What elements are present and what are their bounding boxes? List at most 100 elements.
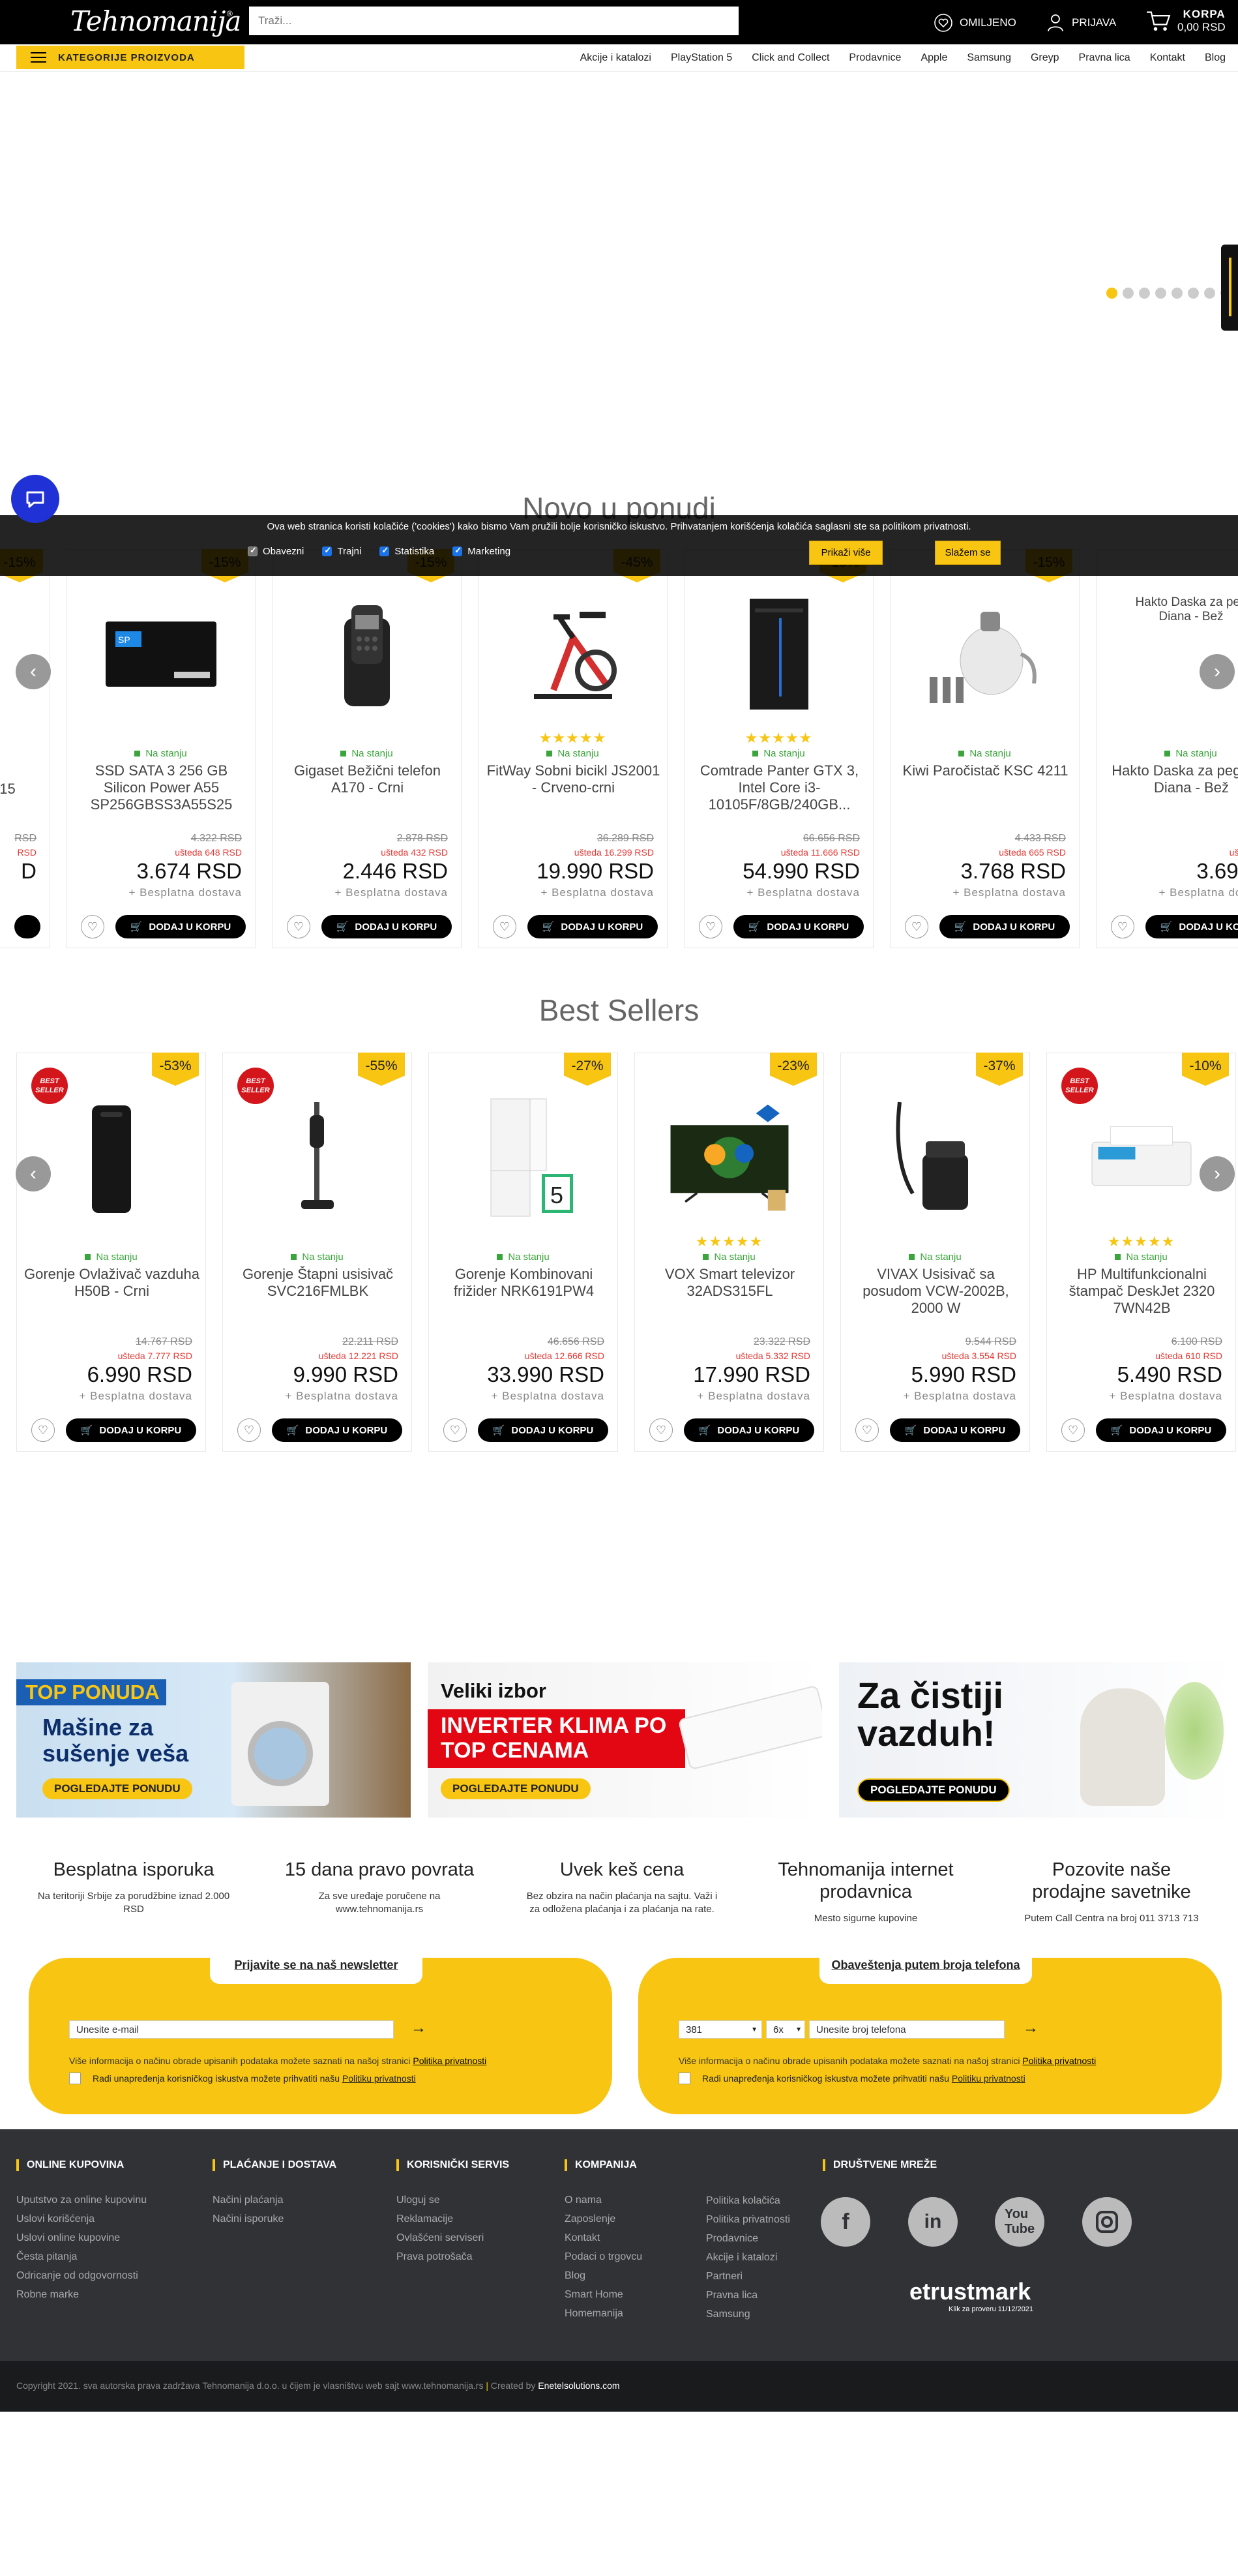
product-card[interactable]: -55% BEST SELLER Na stanju Gorenje Štapni u… <box>222 1053 412 1452</box>
product-name[interactable]: SSD SATA 3 256 GB Silicon Power A55 SP25… <box>73 762 250 813</box>
cookie-checkbox[interactable] <box>322 545 332 556</box>
consent-checkbox[interactable] <box>69 2073 81 2084</box>
product-image[interactable] <box>923 595 1047 713</box>
product-card[interactable]: -27% 5 Na stanju Gorenje Kombinovani frižid… <box>428 1053 618 1452</box>
product-image[interactable] <box>50 1099 173 1216</box>
product-card[interactable]: -15%Na stanjuKiwi Paročistač KSC 42114.4… <box>890 549 1080 948</box>
privacy-link[interactable]: Politika privatnosti <box>1022 2056 1096 2066</box>
new-next-arrow[interactable]: › <box>1200 654 1235 689</box>
product-card[interactable]: -15%SPNa stanjuSSD SATA 3 256 GB Silicon… <box>66 549 256 948</box>
slider-dot[interactable] <box>1188 288 1199 299</box>
add-to-cart-button[interactable]: 🛒 DODAJ U KORPU <box>66 1418 196 1442</box>
phone-submit-arrow-icon[interactable]: → <box>1023 2019 1039 2037</box>
best-prev-arrow[interactable]: ‹ <box>16 1156 51 1191</box>
product-name[interactable]: Comtrade Panter GTX 3, Intel Core i3-101… <box>691 762 868 813</box>
footer-link[interactable]: Uputstvo za online kupovinu <box>16 2191 147 2209</box>
product-image[interactable] <box>874 1099 997 1216</box>
footer-link[interactable]: Partneri <box>706 2267 790 2286</box>
privacy-link[interactable]: Politiku privatnosti <box>342 2073 416 2084</box>
chat-button[interactable] <box>11 475 59 523</box>
product-card[interactable]: -15%Na stanjuGigaset Bežični telefon A17… <box>272 549 462 948</box>
banner-dryers[interactable]: TOP PONUDA Mašine za sušenje veša POGLED… <box>16 1662 411 1818</box>
favorite-button[interactable]: ♡ <box>287 915 310 938</box>
hero-slider[interactable] <box>0 72 1238 489</box>
footer-link[interactable]: Politika kolačića <box>706 2191 790 2210</box>
footer-link[interactable]: O nama <box>565 2191 642 2209</box>
favorite-button[interactable]: ♡ <box>31 1418 55 1442</box>
add-to-cart-button[interactable]: 🛒 DODAJ U KORPU <box>321 915 452 938</box>
product-name[interactable]: Gigaset Bežični telefon A170 - Crni <box>279 762 456 796</box>
nav-link[interactable]: Prodavnice <box>839 52 911 64</box>
product-image[interactable] <box>305 595 429 713</box>
footer-link[interactable]: Česta pitanja <box>16 2247 147 2266</box>
banner-cta-button[interactable]: POGLEDAJTE PONUDU <box>42 1778 192 1799</box>
footer-link[interactable]: Homemanija <box>565 2304 642 2323</box>
product-name[interactable]: FitWay Sobni bicikl JS2001 - Crveno-crni <box>485 762 662 796</box>
product-card[interactable]: -10% BEST SELLER ★★★★★ Na stanju HP Multifun… <box>1046 1053 1236 1452</box>
product-image[interactable] <box>511 595 635 713</box>
add-to-cart-button[interactable]: 🛒 DODAJ U KORPU <box>733 915 864 938</box>
footer-link[interactable]: Samsung <box>706 2305 790 2324</box>
add-to-cart-button[interactable]: 🛒 DODAJ U KORPU <box>478 1418 608 1442</box>
product-image[interactable] <box>256 1099 379 1216</box>
footer-link[interactable]: Kontakt <box>565 2228 642 2247</box>
nav-link[interactable]: Akcije i katalozi <box>570 52 661 64</box>
cookie-option[interactable]: Statistika <box>379 545 434 557</box>
banner-cta-button[interactable]: POGLEDAJTE PONUDU <box>441 1778 591 1799</box>
add-to-cart-button[interactable] <box>14 915 40 938</box>
site-logo[interactable]: Tehnomanija <box>70 5 241 37</box>
cookie-checkbox[interactable] <box>452 545 463 556</box>
product-name[interactable]: Gorenje Ovlaživač vazduha H50B - Crni <box>23 1266 200 1300</box>
product-name[interactable]: HP Multifunkcionalni štampač DeskJet 232… <box>1054 1266 1230 1317</box>
new-prev-arrow[interactable]: ‹ <box>16 654 51 689</box>
login-link[interactable]: PRIJAVA <box>1046 13 1116 33</box>
nav-link[interactable]: PlayStation 5 <box>661 52 742 64</box>
slider-dot[interactable] <box>1155 288 1166 299</box>
product-card[interactable]: Hakto Daska za peg Diana - Bež Na stanju H… <box>1096 549 1238 948</box>
product-name[interactable]: VOX Smart televizor 32ADS315FL <box>641 1266 818 1300</box>
banner-cta-button[interactable]: POGLEDAJTE PONUDU <box>857 1778 1010 1802</box>
cookie-option[interactable]: Obavezni <box>248 545 304 557</box>
footer-link[interactable]: Zaposlenje <box>565 2209 642 2228</box>
nav-link[interactable]: Samsung <box>957 52 1021 64</box>
add-to-cart-button[interactable]: 🛒 DODAJ U KORPU <box>1145 915 1238 938</box>
favorites-link[interactable]: OMILJENO <box>934 13 1016 33</box>
footer-link[interactable]: Uloguj se <box>396 2191 509 2209</box>
cookie-agree-button[interactable]: Slažem se <box>935 541 1001 565</box>
product-image[interactable] <box>1080 1099 1203 1216</box>
add-to-cart-button[interactable]: 🛒 DODAJ U KORPU <box>684 1418 814 1442</box>
privacy-link[interactable]: Politiku privatnosti <box>952 2073 1025 2084</box>
footer-link[interactable]: Uslovi korišćenja <box>16 2209 147 2228</box>
cart-link[interactable]: KORPA 0,00 RSD <box>1146 8 1226 34</box>
product-image[interactable] <box>717 595 841 713</box>
categories-button[interactable]: KATEGORIJE PROIZVODA <box>16 46 244 69</box>
trustmark-badge[interactable]: etrustmark Klik za proveru 11/12/2021 <box>909 2278 1033 2313</box>
add-to-cart-button[interactable]: 🛒 DODAJ U KORPU <box>272 1418 402 1442</box>
product-image[interactable]: 5 <box>462 1098 585 1217</box>
slider-dot[interactable] <box>1123 288 1134 299</box>
product-image[interactable]: SP <box>99 595 223 713</box>
side-promo-tab[interactable] <box>1221 245 1238 331</box>
newsletter-submit-arrow-icon[interactable]: → <box>411 2019 426 2037</box>
slider-dot[interactable] <box>1172 288 1183 299</box>
favorite-button[interactable]: ♡ <box>81 915 104 938</box>
privacy-link[interactable]: Politika privatnosti <box>413 2056 486 2066</box>
slider-dot[interactable] <box>1139 288 1150 299</box>
footer-link[interactable]: Robne marke <box>16 2285 147 2304</box>
best-next-arrow[interactable]: › <box>1200 1156 1235 1191</box>
product-card[interactable]: -53% BEST SELLER Na stanju Gorenje Ovlaživa… <box>16 1053 206 1452</box>
add-to-cart-button[interactable]: 🛒 DODAJ U KORPU <box>1096 1418 1226 1442</box>
nav-link[interactable]: Pravna lica <box>1069 52 1140 64</box>
product-card[interactable]: -23% ★★★★★ Na stanju VOX Smart televizor 32… <box>634 1053 824 1452</box>
nav-link[interactable]: Click and Collect <box>742 52 839 64</box>
product-name[interactable]: Kiwi Paročistač KSC 4211 <box>897 762 1074 779</box>
product-card[interactable]: -18%★★★★★Na stanjuComtrade Panter GTX 3,… <box>684 549 874 948</box>
youtube-icon[interactable]: You Tube <box>995 2197 1044 2247</box>
footer-link[interactable]: Načini plaćanja <box>213 2191 336 2209</box>
search-input[interactable] <box>249 7 739 35</box>
product-card[interactable]: -45%★★★★★Na stanjuFitWay Sobni bicikl JS… <box>478 549 668 948</box>
favorite-button[interactable]: ♡ <box>905 915 928 938</box>
favorite-button[interactable]: ♡ <box>855 1418 879 1442</box>
cookie-option[interactable]: Trajni <box>322 545 361 557</box>
footer-link[interactable]: Pravna lica <box>706 2286 790 2305</box>
